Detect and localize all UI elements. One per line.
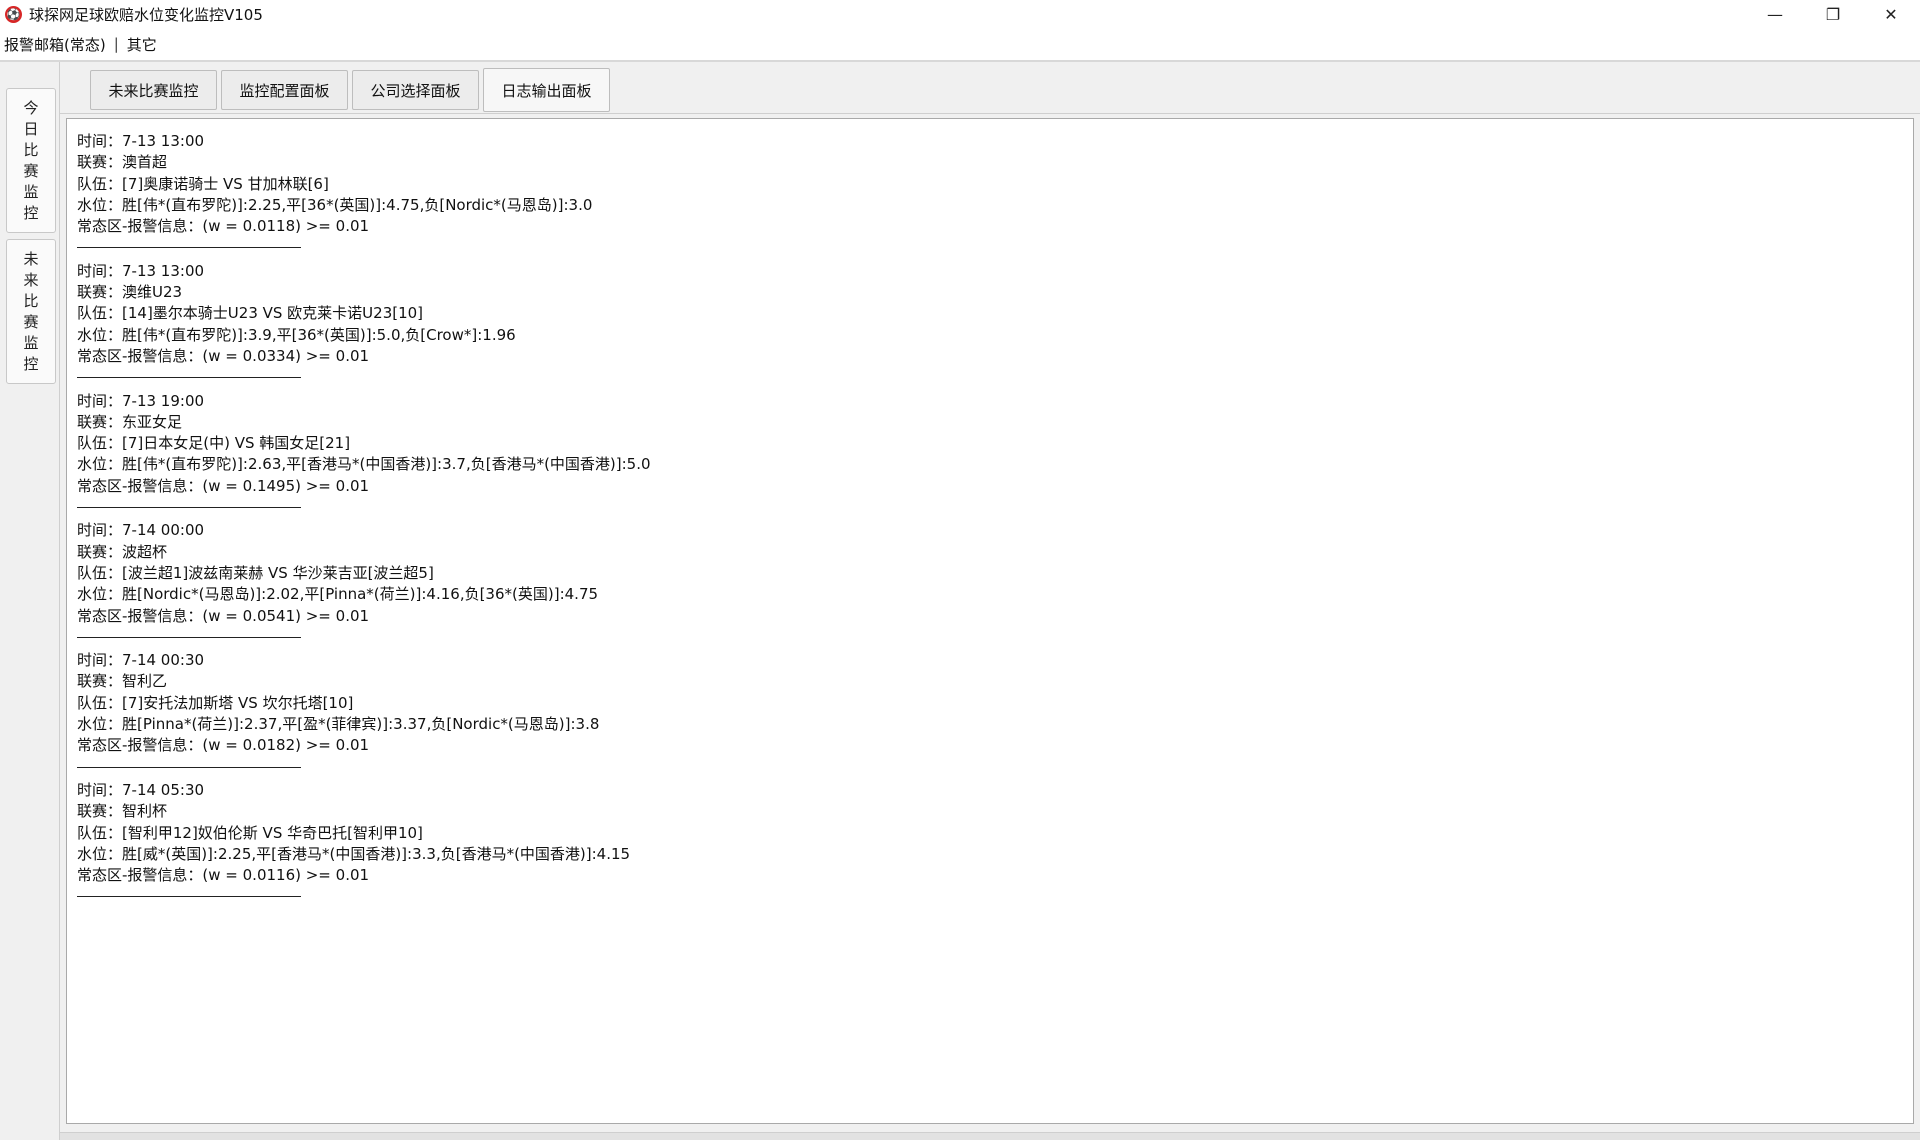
side-tab-char: 未 (23, 249, 39, 268)
log-league-line: 联赛：东亚女足 (77, 412, 183, 431)
side-tab-future-monitor[interactable]: 未 来 比 赛 监 控 (6, 239, 56, 384)
log-odds-line: 水位：胜[Nordic*(马恩岛)]:2.02,平[Pinna*(荷兰)]:4.… (77, 585, 599, 604)
log-alert-line: 常态区-报警信息：(w = 0.0182) >= 0.01 (77, 736, 370, 755)
log-odds-line: 水位：胜[伟*(直布罗陀)]:2.63,平[香港马*(中国香港)]:3.7,负[… (77, 455, 651, 474)
log-alert-line: 常态区-报警信息：(w = 0.0118) >= 0.01 (77, 217, 370, 236)
log-entry: 时间：7-13 13:00 联赛：澳首超队伍：[7]奥康诺骑士 VS 甘加林联[6… (77, 131, 1913, 259)
log-separator (77, 367, 1913, 388)
window-title: 球探网足球欧赔水位变化监控V105 (29, 5, 263, 24)
tab-company-select[interactable]: 公司选择面板 (352, 70, 479, 110)
log-teams-line: 队伍：[7]奥康诺骑士 VS 甘加林联[6] (77, 174, 329, 193)
side-tab-char: 今 (23, 98, 39, 117)
log-teams-line: 队伍：[波兰超1]波兹南莱赫 VS 华沙莱吉亚[波兰超5] (77, 563, 434, 582)
side-tab-char: 比 (23, 140, 39, 159)
side-tab-char: 来 (23, 270, 39, 289)
log-time-line: 时间：7-13 13:00 (77, 261, 205, 280)
tab-log-output[interactable]: 日志输出面板 (483, 68, 610, 112)
log-league-line: 联赛：澳维U23 (77, 283, 183, 302)
side-tab-char: 监 (23, 182, 39, 201)
log-entry: 时间：7-14 00:30 联赛：智利乙队伍：[7]安托法加斯塔 VS 坎尔托塔[… (77, 650, 1913, 778)
log-time-line: 时间：7-13 19:00 (77, 391, 205, 410)
log-entry: 时间：7-14 05:30 联赛：智利杯队伍：[智利甲12]奴伯伦斯 VS 华奇巴… (77, 780, 1913, 908)
restore-button[interactable]: ❐ (1804, 0, 1862, 28)
log-league-line: 联赛：波超杯 (77, 542, 168, 561)
log-separator (77, 237, 1913, 258)
log-separator (77, 627, 1913, 648)
main-area: 时间：7-13 13:00 联赛：澳首超队伍：[7]奥康诺骑士 VS 甘加林联[6… (60, 114, 1920, 1140)
log-teams-line: 队伍：[智利甲12]奴伯伦斯 VS 华奇巴托[智利甲10] (77, 823, 423, 842)
menu-separator: | (113, 35, 119, 53)
log-time-line: 时间：7-14 05:30 (77, 780, 205, 799)
log-odds-line: 水位：胜[伟*(直布罗陀)]:3.9,平[36*(英国)]:5.0,负[Crow… (77, 325, 516, 344)
title-bar: ⚽ 球探网足球欧赔水位变化监控V105 — ❐ ✕ (0, 0, 1920, 28)
side-tab-char: 控 (23, 203, 39, 222)
log-odds-line: 水位：胜[Pinna*(荷兰)]:2.37,平[盈*(菲律宾)]:3.37,负[… (77, 715, 600, 734)
close-button[interactable]: ✕ (1862, 0, 1920, 28)
log-output-panel[interactable]: 时间：7-13 13:00 联赛：澳首超队伍：[7]奥康诺骑士 VS 甘加林联[6… (66, 118, 1914, 1124)
log-odds-line: 水位：胜[威*(英国)]:2.25,平[香港马*(中国香港)]:3.3,负[香港… (77, 844, 631, 863)
log-odds-line: 水位：胜[伟*(直布罗陀)]:2.25,平[36*(英国)]:4.75,负[No… (77, 195, 593, 214)
menu-bar: 报警邮箱(常态) | 其它 (0, 30, 1920, 58)
tab-monitor-config[interactable]: 监控配置面板 (221, 70, 348, 110)
log-alert-line: 常态区-报警信息：(w = 0.0334) >= 0.01 (77, 346, 370, 365)
log-entry: 时间：7-14 00:00 联赛：波超杯队伍：[波兰超1]波兹南莱赫 VS 华沙莱… (77, 520, 1913, 648)
log-separator (77, 757, 1913, 778)
log-separator (77, 497, 1913, 518)
log-teams-line: 队伍：[14]墨尔本骑士U23 VS 欧克莱卡诺U23[10] (77, 304, 424, 323)
side-tab-char: 监 (23, 333, 39, 352)
bottom-border (60, 1132, 1920, 1140)
log-time-line: 时间：7-14 00:00 (77, 521, 205, 540)
log-league-line: 联赛：智利杯 (77, 802, 168, 821)
log-entry: 时间：7-13 19:00 联赛：东亚女足队伍：[7]日本女足(中) VS 韩国女… (77, 391, 1913, 519)
side-tab-char: 控 (23, 354, 39, 373)
side-tab-strip: 今 日 比 赛 监 控 未 来 比 赛 监 控 (0, 62, 60, 1140)
log-alert-line: 常态区-报警信息：(w = 0.1495) >= 0.01 (77, 476, 370, 495)
side-tab-char: 赛 (23, 161, 39, 180)
log-alert-line: 常态区-报警信息：(w = 0.0116) >= 0.01 (77, 866, 370, 885)
log-time-line: 时间：7-13 13:00 (77, 132, 205, 150)
menu-alert-mailbox[interactable]: 报警邮箱(常态) (0, 34, 110, 55)
log-league-line: 联赛：智利乙 (77, 672, 168, 691)
log-league-line: 联赛：澳首超 (77, 153, 168, 172)
menu-other[interactable]: 其它 (123, 34, 161, 55)
top-tab-strip: 未来比赛监控 监控配置面板 公司选择面板 日志输出面板 (60, 62, 1920, 114)
log-separator (77, 886, 1913, 907)
log-teams-line: 队伍：[7]日本女足(中) VS 韩国女足[21] (77, 434, 351, 453)
log-entry: 时间：7-13 13:00 联赛：澳维U23 队伍：[14]墨尔本骑士U23 VS … (77, 261, 1913, 389)
tab-future-match-monitor[interactable]: 未来比赛监控 (90, 70, 217, 110)
side-tab-char: 日 (23, 119, 39, 138)
side-tab-char: 比 (23, 291, 39, 310)
log-time-line: 时间：7-14 00:30 (77, 651, 205, 670)
window-controls: — ❐ ✕ (1746, 0, 1920, 28)
side-tab-char: 赛 (23, 312, 39, 331)
side-tab-today-monitor[interactable]: 今 日 比 赛 监 控 (6, 88, 56, 233)
soccer-ball-app-icon: ⚽ (5, 5, 22, 23)
log-teams-line: 队伍：[7]安托法加斯塔 VS 坎尔托塔[10] (77, 693, 354, 712)
minimize-button[interactable]: — (1746, 0, 1804, 28)
log-alert-line: 常态区-报警信息：(w = 0.0541) >= 0.01 (77, 606, 370, 625)
